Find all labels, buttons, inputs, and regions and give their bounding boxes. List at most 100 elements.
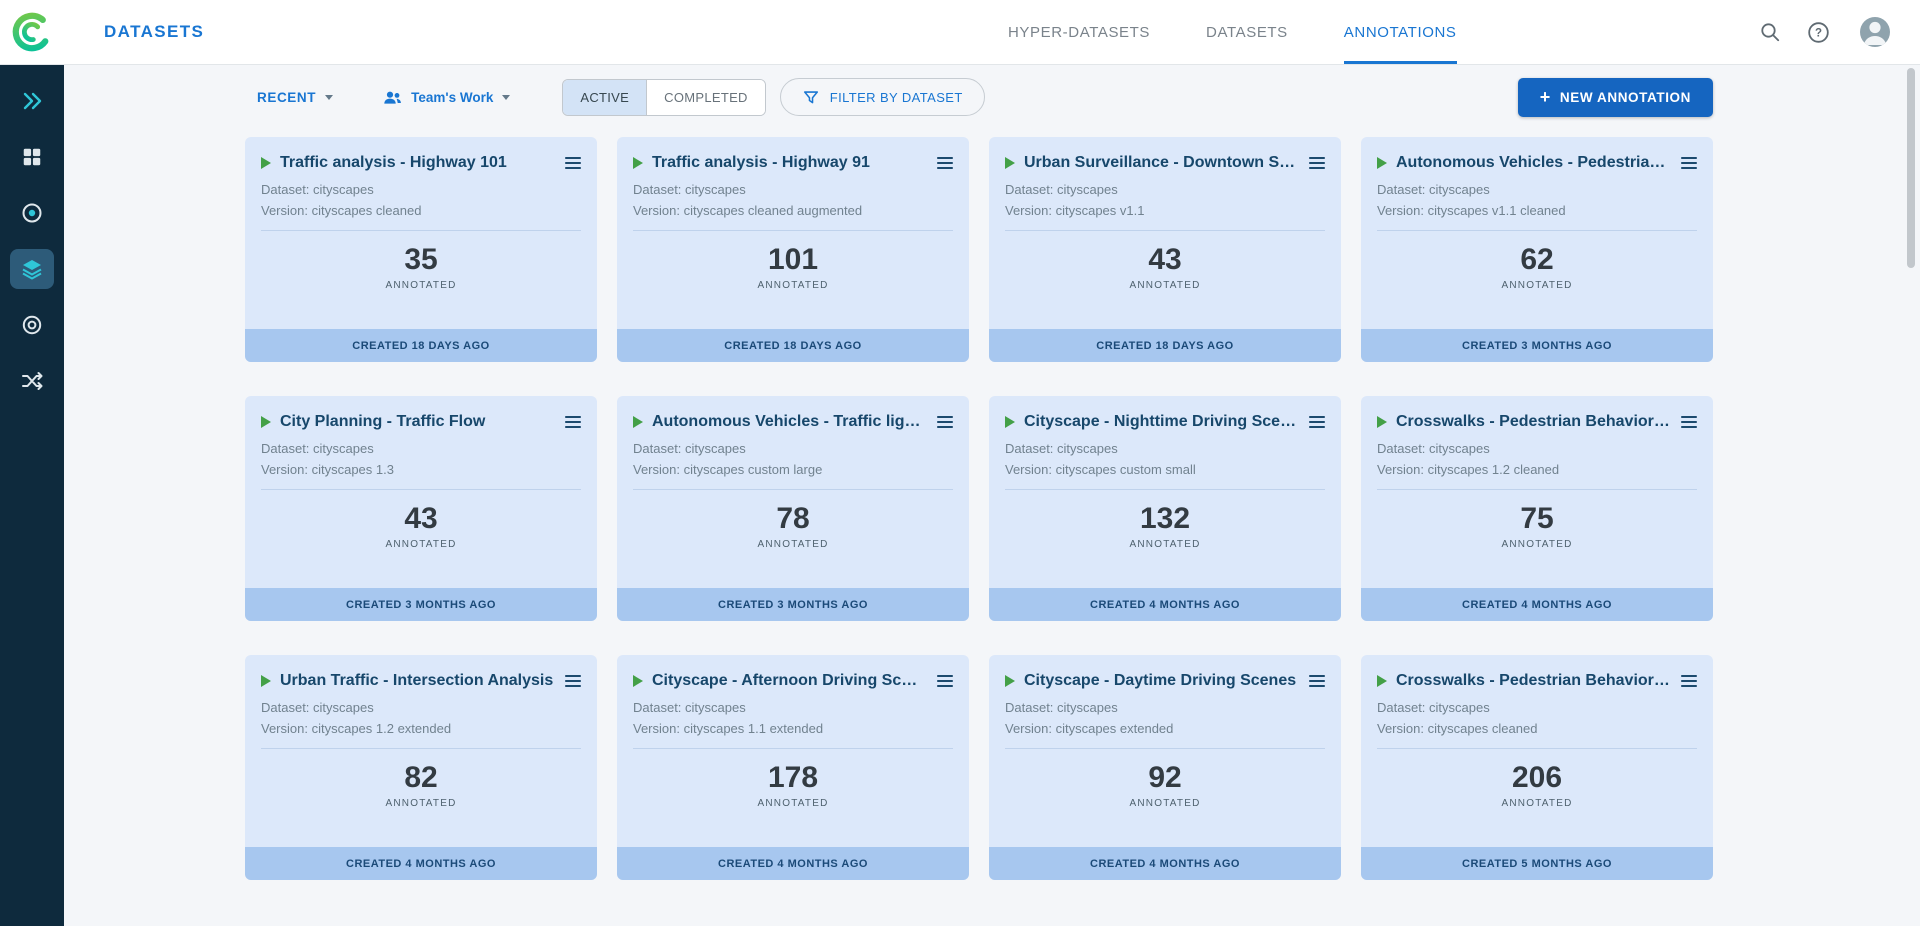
card-menu-icon[interactable] — [1679, 153, 1699, 173]
card-version: Version: cityscapes cleaned — [1377, 721, 1697, 749]
filter-label: FILTER BY DATASET — [830, 90, 963, 105]
card-dataset: Dataset: cityscapes — [1005, 441, 1325, 456]
dataloop-logo[interactable] — [0, 11, 64, 53]
card-menu-icon[interactable] — [1679, 412, 1699, 432]
card-created-footer: CREATED 4 MONTHS AGO — [1361, 588, 1713, 621]
toolbar: RECENT Team's Work ACTIVE COMPLETED — [245, 77, 1713, 117]
annotation-card[interactable]: Cityscape - Nighttime Driving Scenes Dat… — [989, 396, 1341, 621]
annotation-card[interactable]: Crosswalks - Pedestrian Behavior P... Da… — [1361, 655, 1713, 880]
annotations-icon[interactable] — [10, 249, 54, 289]
chevron-down-icon — [325, 95, 333, 100]
card-body: Dataset: cityscapes Version: cityscapes … — [1361, 432, 1713, 490]
filter-by-dataset-button[interactable]: FILTER BY DATASET — [780, 78, 985, 116]
annotation-card[interactable]: Crosswalks - Pedestrian Behavior P... Da… — [1361, 396, 1713, 621]
card-version: Version: cityscapes extended — [1005, 721, 1325, 749]
card-body: Dataset: cityscapes Version: cityscapes … — [1361, 173, 1713, 231]
annotation-card[interactable]: Autonomous Vehicles - Traffic light ... … — [617, 396, 969, 621]
card-menu-icon[interactable] — [1307, 671, 1327, 691]
card-created-text: CREATED 3 MONTHS AGO — [1462, 340, 1612, 352]
card-menu-icon[interactable] — [935, 671, 955, 691]
card-annotated-count: 43 — [245, 502, 597, 536]
card-version: Version: cityscapes custom large — [633, 462, 953, 490]
toggle-completed[interactable]: COMPLETED — [646, 80, 765, 115]
search-icon[interactable] — [1759, 21, 1781, 43]
logo-icon — [11, 11, 53, 53]
annotation-card[interactable]: Urban Surveillance - Downtown Stre... Da… — [989, 137, 1341, 362]
card-created-text: CREATED 4 MONTHS AGO — [718, 858, 868, 870]
card-created-footer: CREATED 3 MONTHS AGO — [245, 588, 597, 621]
user-avatar[interactable] — [1856, 13, 1894, 51]
card-body: Dataset: cityscapes Version: cityscapes … — [245, 173, 597, 231]
play-icon — [1377, 157, 1387, 169]
card-version: Version: cityscapes cleaned — [261, 203, 581, 231]
card-menu-icon[interactable] — [935, 412, 955, 432]
new-annotation-label: NEW ANNOTATION — [1560, 90, 1691, 105]
tab-hyper-datasets[interactable]: HYPER-DATASETS — [1008, 0, 1150, 64]
annotation-card[interactable]: Autonomous Vehicles - Pedestrian ... Dat… — [1361, 137, 1713, 362]
plus-icon: + — [1540, 88, 1551, 106]
card-version: Version: cityscapes v1.1 — [1005, 203, 1325, 231]
annotation-card[interactable]: Cityscape - Afternoon Driving Scenes Dat… — [617, 655, 969, 880]
help-icon[interactable]: ? — [1807, 21, 1830, 44]
card-created-text: CREATED 3 MONTHS AGO — [718, 599, 868, 611]
status-toggle: ACTIVE COMPLETED — [562, 79, 765, 116]
annotation-card[interactable]: City Planning - Traffic Flow Dataset: ci… — [245, 396, 597, 621]
card-menu-icon[interactable] — [1307, 412, 1327, 432]
card-version: Version: cityscapes custom small — [1005, 462, 1325, 490]
annotation-card[interactable]: Traffic analysis - Highway 91 Dataset: c… — [617, 137, 969, 362]
new-annotation-button[interactable]: + NEW ANNOTATION — [1518, 78, 1713, 117]
card-annotated-label: ANNOTATED — [245, 280, 597, 291]
card-created-footer: CREATED 3 MONTHS AGO — [617, 588, 969, 621]
play-icon — [261, 416, 271, 428]
card-created-footer: CREATED 3 MONTHS AGO — [1361, 329, 1713, 362]
card-created-text: CREATED 5 MONTHS AGO — [1462, 858, 1612, 870]
card-annotated-count: 82 — [245, 761, 597, 795]
card-created-footer: CREATED 18 DAYS AGO — [245, 329, 597, 362]
card-version: Version: cityscapes 1.3 — [261, 462, 581, 490]
play-icon — [633, 675, 643, 687]
annotation-card[interactable]: Cityscape - Daytime Driving Scenes Datas… — [989, 655, 1341, 880]
datasets-icon[interactable] — [10, 137, 54, 177]
pipelines-icon[interactable] — [10, 361, 54, 401]
card-menu-icon[interactable] — [1679, 671, 1699, 691]
card-body: Dataset: cityscapes Version: cityscapes … — [617, 173, 969, 231]
card-header: Cityscape - Afternoon Driving Scenes — [617, 655, 969, 691]
quickstart-icon[interactable] — [10, 81, 54, 121]
card-created-text: CREATED 18 DAYS AGO — [1096, 340, 1233, 352]
card-created-footer: CREATED 4 MONTHS AGO — [989, 847, 1341, 880]
card-menu-icon[interactable] — [563, 671, 583, 691]
scrollbar-thumb[interactable] — [1907, 68, 1915, 268]
card-dataset: Dataset: cityscapes — [1377, 700, 1697, 715]
card-dataset: Dataset: cityscapes — [1377, 441, 1697, 456]
card-dataset: Dataset: cityscapes — [1005, 182, 1325, 197]
card-created-text: CREATED 3 MONTHS AGO — [346, 599, 496, 611]
card-menu-icon[interactable] — [563, 153, 583, 173]
card-annotated-label: ANNOTATED — [1361, 539, 1713, 550]
annotation-card[interactable]: Traffic analysis - Highway 101 Dataset: … — [245, 137, 597, 362]
play-icon — [633, 157, 643, 169]
models-icon[interactable] — [10, 305, 54, 345]
card-menu-icon[interactable] — [1307, 153, 1327, 173]
card-annotated-count: 92 — [989, 761, 1341, 795]
tab-datasets[interactable]: DATASETS — [1206, 0, 1288, 64]
tasks-icon[interactable] — [10, 193, 54, 233]
sort-dropdown[interactable]: RECENT — [245, 90, 333, 105]
card-annotated-label: ANNOTATED — [1361, 280, 1713, 291]
card-body: Dataset: cityscapes Version: cityscapes … — [1361, 691, 1713, 749]
toggle-active[interactable]: ACTIVE — [563, 80, 646, 115]
card-annotated-label: ANNOTATED — [245, 798, 597, 809]
card-version: Version: cityscapes 1.1 extended — [633, 721, 953, 749]
card-menu-icon[interactable] — [935, 153, 955, 173]
sort-label: RECENT — [257, 90, 316, 105]
annotation-card[interactable]: Urban Traffic - Intersection Analysis Da… — [245, 655, 597, 880]
card-menu-icon[interactable] — [563, 412, 583, 432]
card-dataset: Dataset: cityscapes — [1377, 182, 1697, 197]
card-version: Version: cityscapes cleaned augmented — [633, 203, 953, 231]
card-body: Dataset: cityscapes Version: cityscapes … — [989, 432, 1341, 490]
scope-dropdown[interactable]: Team's Work — [383, 88, 510, 107]
card-dataset: Dataset: cityscapes — [261, 182, 581, 197]
tab-annotations[interactable]: ANNOTATIONS — [1344, 0, 1457, 64]
card-title: Autonomous Vehicles - Pedestrian ... — [1396, 154, 1670, 172]
play-icon — [1005, 157, 1015, 169]
card-dataset: Dataset: cityscapes — [633, 441, 953, 456]
